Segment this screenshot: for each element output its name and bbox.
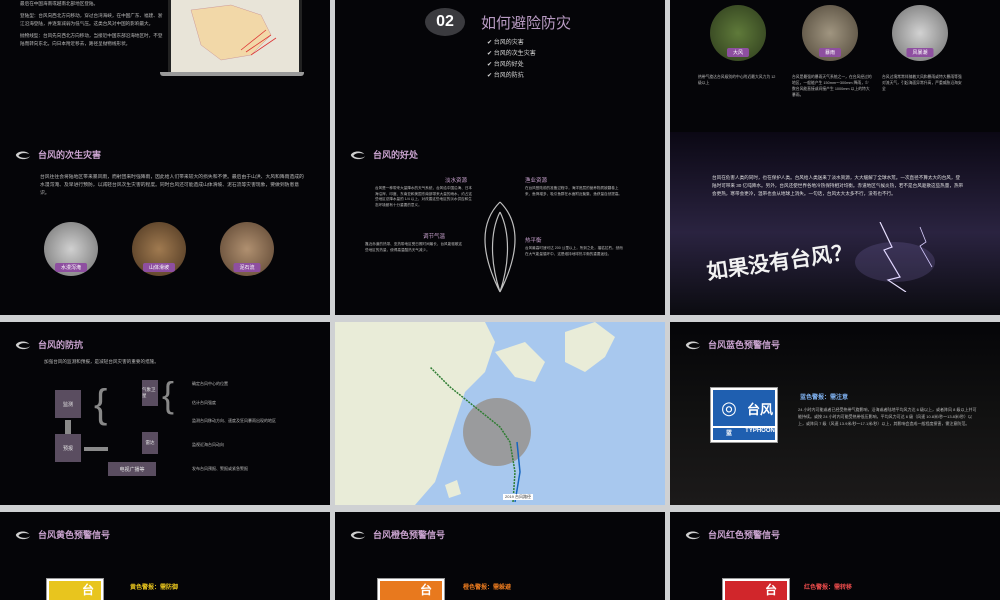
typhoon-swirl-icon bbox=[15, 151, 31, 159]
arrow-monitor-forecast bbox=[65, 420, 71, 434]
note-radar: 监视近海台风动向 bbox=[192, 442, 224, 447]
typhoon-swirl-icon bbox=[685, 341, 701, 349]
slide-title: 台风的次生灾害 bbox=[38, 150, 102, 160]
toc-item-3[interactable]: ✔ 台风的好处 bbox=[487, 60, 536, 71]
yellow-level-title: 黄色警报：需防御 bbox=[130, 585, 179, 591]
section-number-circle: 02 bbox=[425, 8, 465, 36]
note-intensity: 估计台风强度 bbox=[192, 400, 216, 405]
laptop-map-image bbox=[168, 0, 302, 75]
slide6-body: 台风在危害人类的同时，也在保护人类。台风给人类送来了淡水资源，大大缓解了全球水荒… bbox=[712, 175, 964, 196]
typhoon-swirl-icon bbox=[350, 151, 366, 159]
typhoon-swirl-icon bbox=[685, 531, 701, 539]
wind-circle bbox=[463, 398, 531, 466]
benefit-heat-balance-text: 台风最高时速可达 200 公里以上，所到之处，摧枯拉朽。然而在大气能量循环中，这… bbox=[525, 246, 623, 256]
laptop-base bbox=[160, 72, 304, 76]
benefit-fishery-title: 渔业资源 bbox=[525, 178, 548, 184]
slide-title: 台风橙色预警信号 bbox=[373, 530, 446, 540]
slide-8[interactable]: 2019 台风路径 bbox=[335, 322, 665, 505]
slide6-headline: 如果没有台风？ bbox=[705, 240, 855, 285]
satellite-box: 气象卫星 bbox=[142, 380, 158, 406]
slide-7[interactable]: 台风的防抗 加强台风的监测和预报，是减轻台风灾害的重要的措施。 监测 预报 { … bbox=[0, 322, 330, 505]
photo-strong-wind: 大风 bbox=[710, 5, 766, 61]
benefit-heat-balance-title: 热平衡 bbox=[525, 238, 542, 244]
benefit-temperature-text: 靠近赤道的热带、亚热带地区受日照时间最长，台风能驱散这些地区的热量，使得高温酷热… bbox=[365, 242, 463, 252]
red-warning-sign: 台 bbox=[722, 578, 790, 600]
toc-item-1[interactable]: ✔ 台风的灾害 bbox=[487, 38, 536, 49]
section-number: 02 bbox=[436, 13, 454, 30]
caption-rain: 台风是最强的暴雨天气系统之一，在台风经过的地区，一般能产生 150mm～300m… bbox=[792, 75, 872, 97]
photo-flood: 水漫泻淹 bbox=[44, 222, 98, 276]
lightning-graphic bbox=[855, 222, 935, 292]
section-title: 如何避险防灾 bbox=[481, 15, 572, 32]
note-center: 确定台风中心的位置 bbox=[192, 381, 228, 386]
slide4-body: 台风往往会将陆地区带来暴风雨，而射团来时强降雨，因此给人们带来较大的损失和不便。… bbox=[40, 175, 304, 196]
toc-item-4[interactable]: ✔ 台风的防抗 bbox=[487, 71, 536, 82]
slide-title: 台风蓝色预警信号 bbox=[708, 340, 781, 350]
slide-title: 台风黄色预警信号 bbox=[38, 530, 111, 540]
center-swirl-graphic bbox=[484, 201, 516, 293]
slide-6[interactable]: 台风在危害人类的同时，也在保护人类。台风给人类送来了淡水资源，大大缓解了全球水荒… bbox=[670, 132, 1000, 315]
slide7-subtitle: 加强台风的监测和预报，是减轻台风灾害的重要的措施。 bbox=[44, 359, 159, 364]
typhoon-swirl-icon bbox=[15, 341, 31, 349]
photo-landslide: 山体滑坡 bbox=[132, 222, 186, 276]
slide-9[interactable]: 台风蓝色预警信号 ◎ 台风 蓝 TYPHOON 蓝色警报：需注意 24 小时内可能… bbox=[670, 322, 1000, 505]
slide1-item-2: 登陆型：台风向西北方向移动，穿过台湾海峡，在中国广东、福建、浙江沿海登陆，并逐渐… bbox=[20, 13, 163, 26]
caption-surge: 台风过境常常伴随着大风和暴雨或特大暴雨等强对流天气，引起海面异常升高，严重威胁沿… bbox=[882, 75, 962, 91]
blue-level-title: 蓝色警报：需注意 bbox=[800, 395, 849, 401]
benefit-fishery-text: 在台风登陆前的准备过程中，海洋底层的营养物质被翻卷上来，鱼饵增多，吸引鱼群在水面… bbox=[525, 186, 623, 196]
slide-11[interactable]: 台风橙色预警信号 台 橙色警报：需躲避 bbox=[335, 512, 665, 600]
monitor-box: 监测 bbox=[55, 390, 81, 418]
slide-title: 台风的好处 bbox=[373, 150, 419, 160]
slide-4[interactable]: 台风的次生灾害 台风往往会将陆地区带来暴风雨，而射团来时强降雨，因此给人们带来较… bbox=[0, 132, 330, 315]
slide-10[interactable]: 台风黄色预警信号 台 黄色警报：需防御 bbox=[0, 512, 330, 600]
orange-warning-sign: 台 bbox=[377, 578, 445, 600]
brace-2: { bbox=[162, 374, 175, 415]
photo-storm-surge: 风暴潮 bbox=[892, 5, 948, 61]
forecast-box: 预报 bbox=[55, 434, 81, 462]
orange-level-title: 橙色警报：需躲避 bbox=[463, 585, 512, 591]
caption-wind: 热带气旋达台风级别的中心附近最大风力为 12 级以上 bbox=[698, 75, 776, 85]
slide-title: 台风红色预警信号 bbox=[708, 530, 781, 540]
benefit-fresh-water-text: 台风是一种带来大量降水的天气系统，台风给中国沿海、日本海沿岸、印度、东南亚和美国… bbox=[375, 186, 473, 207]
slide-title: 台风的防抗 bbox=[38, 340, 84, 350]
slide1-item-1: 最后在中国海南或越南北部地区登陆。 bbox=[20, 1, 99, 6]
typhoon-track-map bbox=[335, 322, 615, 505]
blue-warning-sign: ◎ 台风 蓝 TYPHOON bbox=[710, 387, 778, 443]
benefit-fresh-water-title: 淡水资源 bbox=[445, 178, 468, 184]
brace: { bbox=[94, 382, 108, 426]
yellow-warning-sign: 台 bbox=[46, 578, 104, 600]
slide-5[interactable]: 台风的好处 淡水资源 台风是一种带来大量降水的天气系统，台风给中国沿海、日本海沿… bbox=[335, 132, 665, 315]
slide-12[interactable]: 台风红色预警信号 台 红色警报：需转移 bbox=[670, 512, 1000, 600]
red-level-title: 红色警报：需转移 bbox=[804, 585, 853, 591]
blue-body: 24 小时内可能或者已经受热带气旋影响，沿海或者陆地平均风力达 6 级以上，或者… bbox=[798, 407, 977, 426]
typhoon-swirl-icon bbox=[15, 531, 31, 539]
radar-box: 雷达 bbox=[142, 432, 158, 454]
broadcast-box: 电视广播等 bbox=[108, 462, 156, 476]
typhoon-symbol-icon: ◎ bbox=[721, 397, 737, 418]
benefit-temperature-title: 调节气温 bbox=[423, 234, 446, 240]
photo-rainstorm: 暴雨 bbox=[802, 5, 858, 61]
typhoon-swirl-icon bbox=[350, 531, 366, 539]
arrow-forecast-broadcast bbox=[84, 447, 108, 451]
photo-mudflow: 泥石流 bbox=[220, 222, 274, 276]
note-direction: 监测台风移动方向、速度及狂风暴雨出现的地区 bbox=[192, 418, 276, 423]
note-broadcast: 发布台风预报、警报或紧急警报 bbox=[192, 466, 248, 471]
toc-item-2[interactable]: ✔ 台风的次生灾害 bbox=[487, 49, 536, 60]
slide1-item-3: 抛物线型：台风先向西北方向移动，当接近中国东部沿海地区时，不登陆而转向东北，向日… bbox=[20, 33, 163, 46]
track-label: 2019 台风路径 bbox=[503, 494, 534, 500]
